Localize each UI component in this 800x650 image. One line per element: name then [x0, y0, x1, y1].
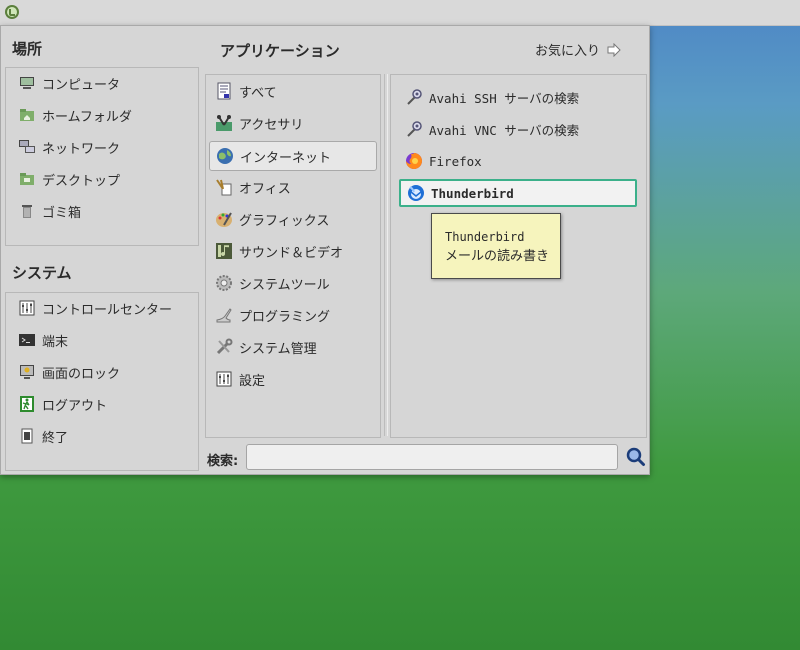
app-avahi-vnc[interactable]: Avahi VNC サーバの検索: [399, 115, 637, 143]
category-settings[interactable]: 設定: [209, 365, 377, 393]
app-thunderbird[interactable]: Thunderbird: [399, 179, 637, 207]
places-item-desktop[interactable]: デスクトップ: [12, 165, 184, 193]
tooltip-description: メールの読み書き: [445, 249, 550, 264]
tooltip-app-name: Thunderbird: [445, 230, 525, 244]
shutdown-icon: [18, 427, 36, 445]
trash-icon: [18, 202, 36, 220]
category-label: 設定: [239, 373, 266, 389]
system-item-terminal[interactable]: 端末: [12, 326, 184, 354]
category-office[interactable]: オフィス: [209, 173, 377, 201]
category-system-tools[interactable]: システムツール: [209, 269, 377, 297]
search-label: 検索:: [207, 454, 239, 469]
search-input[interactable]: [246, 444, 618, 470]
arrow-right-icon: [607, 42, 621, 57]
category-label: アクセサリ: [239, 117, 304, 133]
desktop-folder-icon: [18, 170, 36, 188]
system-panel: コントロールセンター 端末 画面のロック ログアウト 終了: [5, 292, 199, 471]
places-item-network[interactable]: ネットワーク: [12, 133, 184, 161]
settings-icon: [215, 370, 233, 388]
search-icon[interactable]: [626, 447, 646, 467]
category-label: システムツール: [239, 277, 330, 293]
places-item-trash[interactable]: ゴミ箱: [12, 197, 184, 225]
category-label: オフィス: [239, 181, 291, 197]
control-center-icon: [18, 299, 36, 317]
category-label: システム管理: [239, 341, 317, 357]
programming-icon: [215, 306, 233, 324]
app-label: Firefox: [429, 153, 482, 169]
system-item-label: 端末: [42, 334, 69, 350]
places-panel: コンピュータ ホームフォルダ ネットワーク デスクトップ ゴミ箱: [5, 67, 199, 246]
places-title: 場所: [12, 40, 43, 58]
category-label: サウンド＆ビデオ: [239, 245, 344, 261]
category-programming[interactable]: プログラミング: [209, 301, 377, 329]
top-panel: [0, 0, 800, 26]
category-label: すべて: [239, 85, 277, 101]
applications-title: アプリケーション: [220, 42, 340, 60]
favorites-button[interactable]: お気に入り: [535, 40, 622, 59]
category-all[interactable]: すべて: [209, 77, 377, 105]
mint-menu-icon[interactable]: [4, 4, 20, 20]
system-item-label: 画面のロック: [42, 366, 121, 382]
places-item-label: コンピュータ: [42, 77, 121, 93]
thunderbird-icon: [407, 184, 425, 202]
terminal-icon: [18, 331, 36, 349]
places-item-home[interactable]: ホームフォルダ: [12, 101, 184, 129]
avahi-vnc-icon: [405, 120, 423, 138]
system-title: システム: [12, 264, 72, 282]
system-item-control-center[interactable]: コントロールセンター: [12, 294, 184, 322]
graphics-icon: [215, 210, 233, 228]
category-label: グラフィックス: [239, 213, 330, 229]
administration-icon: [215, 338, 233, 356]
places-item-label: ホームフォルダ: [42, 109, 132, 125]
category-administration[interactable]: システム管理: [209, 333, 377, 361]
app-avahi-ssh[interactable]: Avahi SSH サーバの検索: [399, 83, 637, 111]
system-item-label: ログアウト: [42, 398, 108, 414]
firefox-icon: [405, 152, 423, 170]
system-item-shutdown[interactable]: 終了: [12, 422, 184, 450]
app-label: Thunderbird: [431, 185, 514, 201]
category-graphics[interactable]: グラフィックス: [209, 205, 377, 233]
system-item-logout[interactable]: ログアウト: [12, 390, 184, 418]
category-accessories[interactable]: アクセサリ: [209, 109, 377, 137]
accessories-icon: [215, 114, 233, 132]
category-label: インターネット: [240, 150, 332, 166]
system-item-lock-screen[interactable]: 画面のロック: [12, 358, 184, 386]
system-tools-icon: [215, 274, 233, 292]
category-internet[interactable]: インターネット: [209, 141, 377, 171]
favorites-label: お気に入り: [535, 44, 601, 59]
system-item-label: 終了: [42, 430, 69, 446]
pane-splitter[interactable]: [384, 74, 388, 436]
category-sound-video[interactable]: サウンド＆ビデオ: [209, 237, 377, 265]
home-folder-icon: [18, 106, 36, 124]
app-label: Avahi VNC サーバの検索: [429, 122, 580, 138]
system-item-label: コントロールセンター: [42, 302, 173, 318]
sound-video-icon: [215, 242, 233, 260]
places-item-label: ネットワーク: [42, 141, 121, 157]
places-item-computer[interactable]: コンピュータ: [12, 69, 184, 97]
logout-icon: [18, 395, 36, 413]
app-firefox[interactable]: Firefox: [399, 147, 637, 175]
app-tooltip: Thunderbird メールの読み書き: [431, 213, 561, 279]
office-icon: [215, 178, 233, 196]
app-label: Avahi SSH サーバの検索: [429, 90, 580, 106]
category-label: プログラミング: [239, 309, 331, 325]
lock-screen-icon: [18, 363, 36, 381]
categories-panel: すべて アクセサリ インターネット オフィス グラフィックス サウンド＆ビデオ …: [205, 74, 381, 438]
internet-globe-icon: [216, 147, 234, 165]
avahi-ssh-icon: [405, 88, 423, 106]
all-apps-icon: [215, 82, 233, 100]
places-item-label: ゴミ箱: [42, 205, 82, 221]
computer-icon: [18, 74, 36, 92]
places-item-label: デスクトップ: [42, 173, 121, 189]
network-icon: [18, 138, 36, 156]
